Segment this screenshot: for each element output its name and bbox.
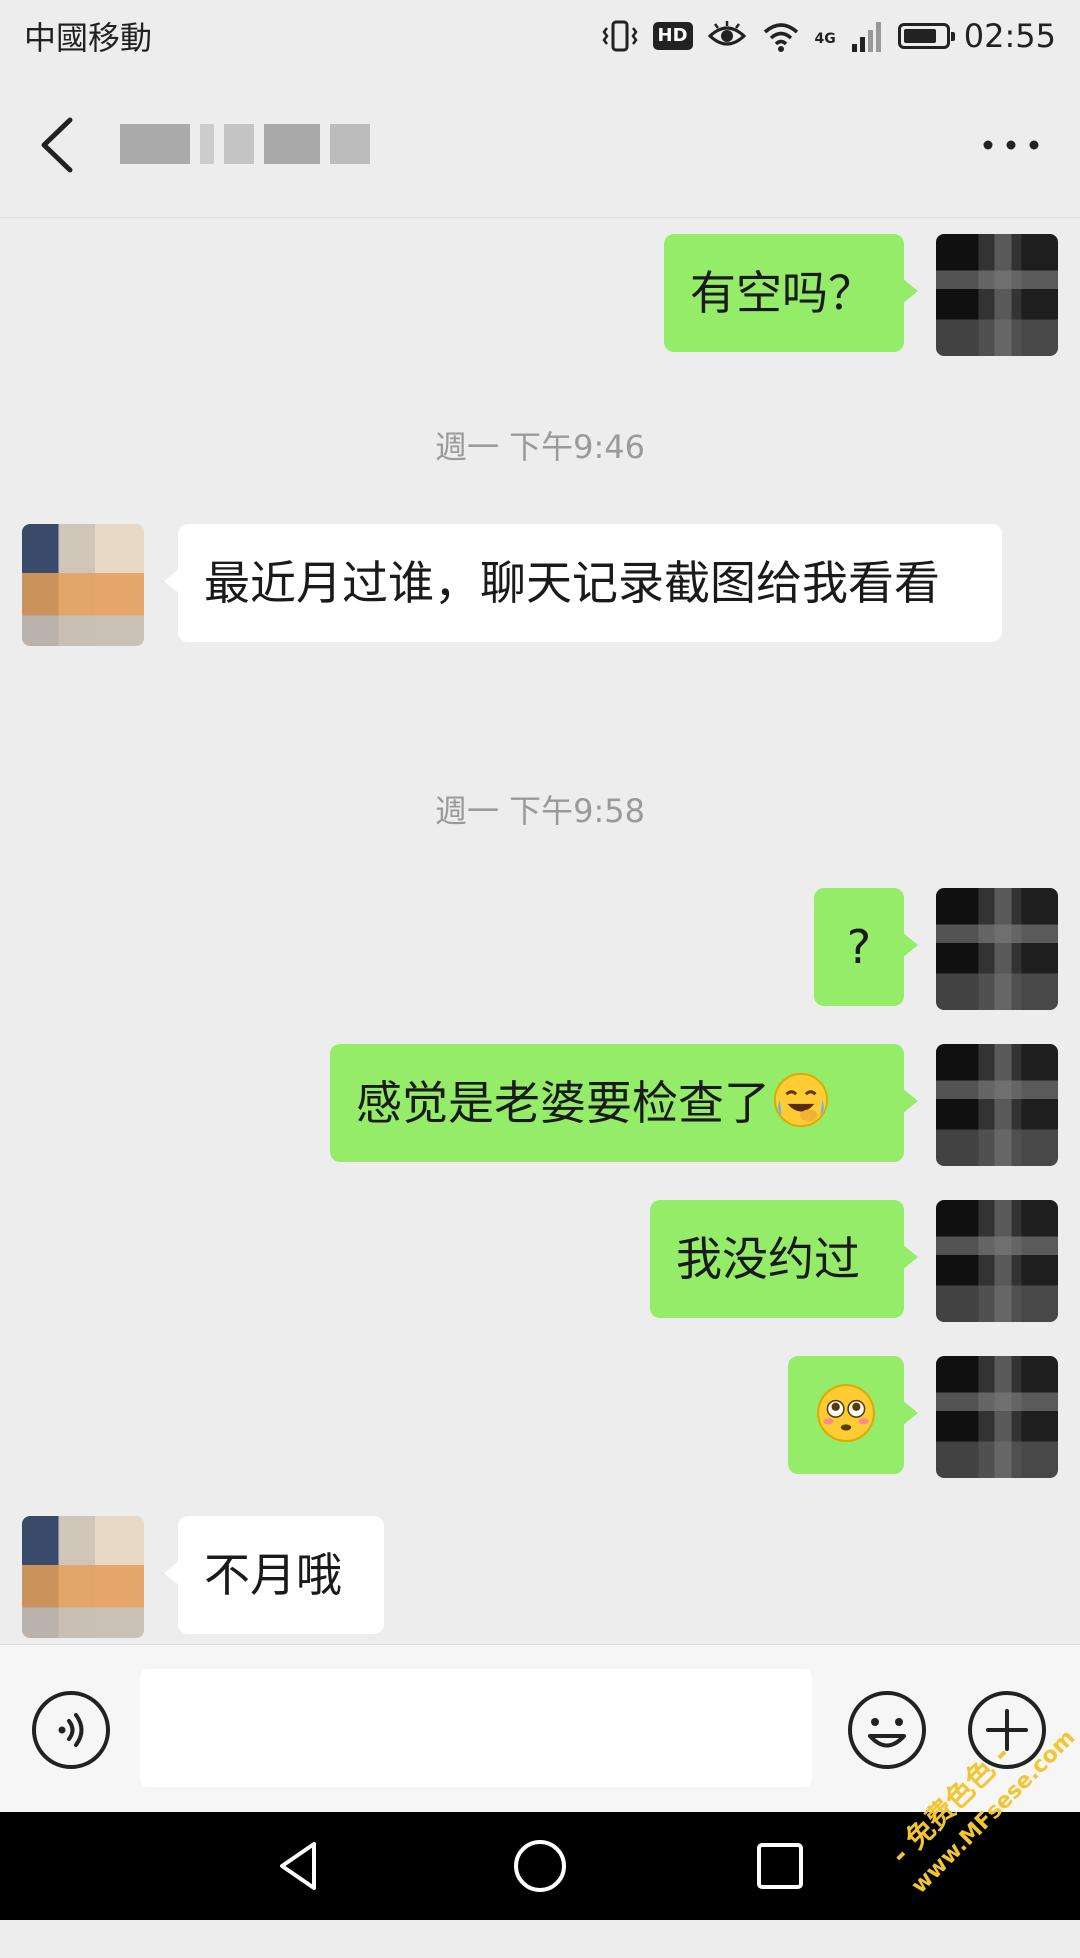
message-text: 有空吗？	[690, 266, 874, 320]
status-icons: HD 4G 02:55	[601, 17, 1056, 55]
message-list[interactable]: 有空吗？ 週一 下午9:46 最近月过谁，聊天记录截图给我看看 週一 下午9:5…	[0, 218, 1080, 1644]
message-row-theirs: 最近月过谁，聊天记录截图给我看看	[0, 524, 1080, 724]
message-row-mine	[0, 1356, 1080, 1486]
contact-name-redacted	[120, 118, 400, 170]
my-avatar[interactable]	[936, 234, 1058, 356]
hd-badge: HD	[652, 22, 693, 50]
message-row-mine: 感觉是老婆要检查了	[0, 1044, 1080, 1174]
clock: 02:55	[963, 17, 1056, 55]
message-bubble[interactable]	[788, 1356, 918, 1474]
more-dots-icon	[983, 140, 1039, 150]
message-input[interactable]	[140, 1669, 812, 1787]
eye-icon	[707, 18, 747, 54]
chat-header	[0, 72, 1080, 218]
message-bubble[interactable]: ?	[814, 888, 918, 1006]
contact-avatar[interactable]	[22, 524, 144, 646]
emoji-icon	[848, 1691, 926, 1769]
circle-home-icon	[514, 1840, 566, 1892]
square-recents-icon	[757, 1843, 803, 1889]
message-text: 不月哦	[204, 1548, 342, 1602]
message-row-mine: ?	[0, 888, 1080, 1018]
triangle-back-icon	[280, 1842, 316, 1890]
message-text: ?	[846, 920, 872, 974]
voice-button[interactable]	[30, 1689, 112, 1771]
status-bar: 中國移動 HD 4G 02:55	[0, 0, 1080, 72]
system-back-button[interactable]	[270, 1836, 330, 1896]
message-bubble[interactable]: 有空吗？	[664, 234, 918, 352]
carrier-label: 中國移動	[24, 19, 153, 57]
message-bubble[interactable]: 感觉是老婆要检查了	[330, 1044, 918, 1162]
back-button[interactable]	[30, 112, 90, 178]
timestamp-label: 週一 下午9:58	[434, 792, 646, 830]
signal-icon	[850, 18, 884, 54]
message-text: 感觉是老婆要检查了	[356, 1076, 770, 1130]
more-button[interactable]	[976, 122, 1046, 168]
network-type-label: 4G	[814, 31, 836, 47]
message-text: 我没约过	[676, 1232, 860, 1286]
my-avatar[interactable]	[936, 1200, 1058, 1322]
my-avatar[interactable]	[936, 1356, 1058, 1478]
flushed-face-emoji	[817, 1384, 875, 1442]
system-home-button[interactable]	[510, 1836, 570, 1896]
emoji-button[interactable]	[846, 1689, 928, 1771]
voice-icon	[32, 1691, 110, 1769]
timestamp-label: 週一 下午9:46	[434, 428, 646, 466]
my-avatar[interactable]	[936, 1044, 1058, 1166]
wifi-icon	[761, 18, 801, 54]
input-bar	[0, 1644, 1080, 1812]
message-row-theirs: 不月哦	[0, 1516, 1080, 1644]
vibrate-icon	[601, 18, 639, 54]
battery-icon	[897, 23, 955, 49]
message-row-mine: 我没约过	[0, 1200, 1080, 1330]
message-row-mine: 有空吗？	[0, 234, 1080, 364]
message-bubble[interactable]: 最近月过谁，聊天记录截图给我看看	[164, 524, 1002, 642]
my-avatar[interactable]	[936, 888, 1058, 1010]
message-text: 最近月过谁，聊天记录截图给我看看	[204, 556, 940, 610]
message-bubble[interactable]: 不月哦	[164, 1516, 384, 1634]
contact-avatar[interactable]	[22, 1516, 144, 1638]
system-recents-button[interactable]	[750, 1836, 810, 1896]
message-bubble[interactable]: 我没约过	[650, 1200, 918, 1318]
crying-laughing-emoji	[773, 1072, 829, 1128]
chevron-left-icon	[41, 117, 73, 173]
